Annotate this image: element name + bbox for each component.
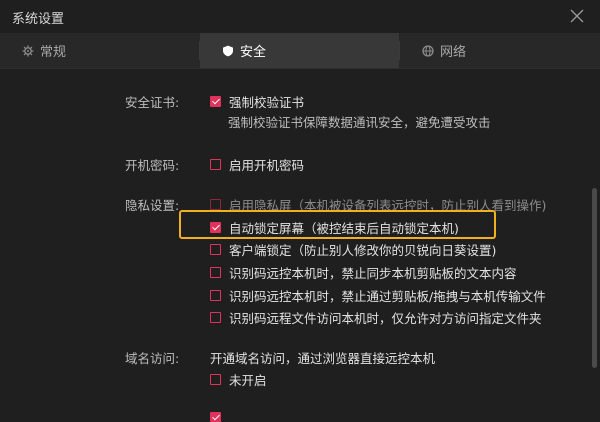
checkbox-checked xyxy=(210,96,221,107)
tab-general-label: 常规 xyxy=(40,45,67,60)
gear-icon xyxy=(22,45,34,57)
certificate-description: 强制校验证书保障数据通讯安全，避免遭受攻击 xyxy=(228,115,491,130)
security-settings-panel: 安全证书: 强制校验证书 强制校验证书保障数据通讯安全，避免遭受攻击 开机密码:… xyxy=(0,69,600,422)
tab-bar: 常规 安全 网络 xyxy=(0,33,600,69)
force-verify-certificate-label: 强制校验证书 xyxy=(229,95,305,110)
boot-password-label: 开机密码: xyxy=(125,158,180,173)
checkbox-unchecked xyxy=(210,312,221,323)
checkbox-unchecked xyxy=(210,374,221,385)
disable-clipboard-text-sync-checkbox[interactable]: 识别码远控本机时，禁止同步本机剪贴板的文本内容 xyxy=(210,263,517,282)
window-title: 系统设置 xyxy=(12,12,65,27)
domain-access-label: 域名访问: xyxy=(125,351,180,366)
tab-general[interactable]: 常规 xyxy=(0,33,199,68)
disable-file-transfer-label: 识别码远控本机时，禁止通过剪贴板/拖拽与本机传输文件 xyxy=(229,289,546,304)
tab-security-label: 安全 xyxy=(240,45,267,60)
checkbox-unchecked xyxy=(210,159,221,170)
checkbox-unchecked xyxy=(210,244,221,255)
shield-icon xyxy=(222,45,234,57)
domain-access-description: 开通域名访问，通过浏览器直接远控本机 xyxy=(210,351,436,366)
enable-boot-password-label: 启用开机密码 xyxy=(229,158,305,173)
domain-access-checkbox[interactable]: 未开启 xyxy=(210,370,267,389)
checkbox-unchecked xyxy=(210,199,221,210)
globe-icon xyxy=(422,44,434,57)
checkbox-unchecked xyxy=(210,267,221,278)
certificate-label: 安全证书: xyxy=(125,95,180,110)
scrollbar-thumb[interactable] xyxy=(592,188,597,368)
disable-clipboard-text-sync-label: 识别码远控本机时，禁止同步本机剪贴板的文本内容 xyxy=(229,266,517,281)
disable-file-transfer-checkbox[interactable]: 识别码远控本机时，禁止通过剪贴板/拖拽与本机传输文件 xyxy=(210,286,546,305)
client-lock-label: 客户端锁定（防止别人修改你的贝锐向日葵设置) xyxy=(229,243,497,258)
tab-security[interactable]: 安全 xyxy=(200,33,399,68)
title-bar: 系统设置 xyxy=(0,0,600,33)
tab-network[interactable]: 网络 xyxy=(400,33,599,68)
domain-access-status: 未开启 xyxy=(229,373,267,388)
restrict-folder-access-label: 识别码远程文件访问本机时，仅允许对方访问指定文件夹 xyxy=(229,311,542,326)
highlight-box xyxy=(179,210,496,239)
next-section-checkbox-partial[interactable] xyxy=(210,412,229,422)
enable-boot-password-checkbox[interactable]: 启用开机密码 xyxy=(210,155,304,174)
privacy-label: 隐私设置: xyxy=(125,198,180,213)
checkbox-unchecked xyxy=(210,290,221,301)
close-button[interactable] xyxy=(570,9,584,23)
close-icon xyxy=(570,9,584,23)
tab-network-label: 网络 xyxy=(440,45,467,60)
restrict-folder-access-checkbox[interactable]: 识别码远程文件访问本机时，仅允许对方访问指定文件夹 xyxy=(210,308,542,327)
checkbox-checked xyxy=(210,412,221,422)
client-lock-checkbox[interactable]: 客户端锁定（防止别人修改你的贝锐向日葵设置) xyxy=(210,240,496,259)
force-verify-certificate-checkbox[interactable]: 强制校验证书 xyxy=(210,92,304,111)
